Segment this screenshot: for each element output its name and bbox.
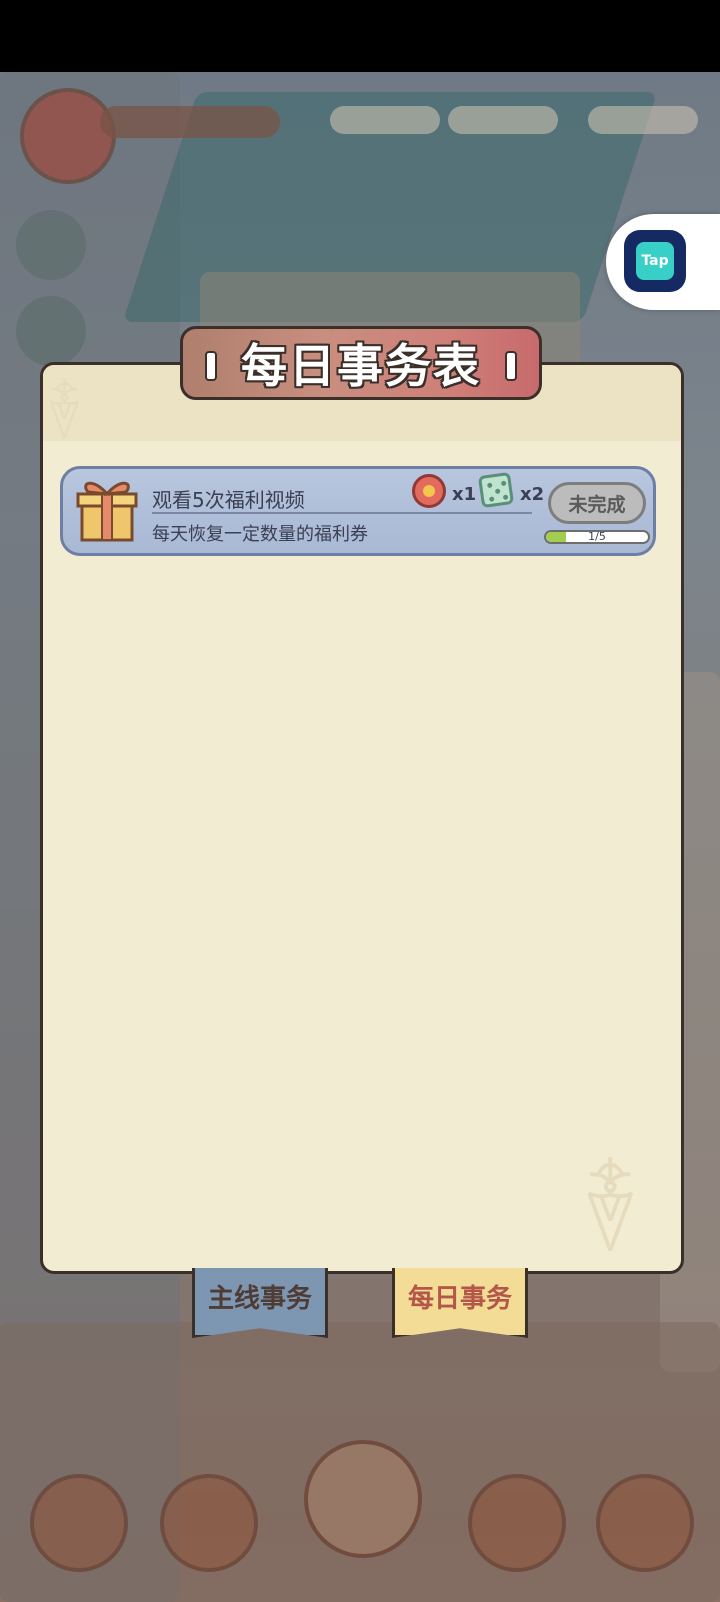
- flower-coin-icon: [412, 474, 446, 508]
- rivet-icon: [505, 351, 517, 381]
- dice-icon: [477, 471, 515, 509]
- bottom-nav-icon: [596, 1474, 694, 1572]
- taptap-icon: Tap: [624, 230, 686, 292]
- resource-counter: [330, 106, 440, 134]
- cloud-decoration-icon: ࿈: [47, 365, 82, 447]
- taptap-label: Tap: [636, 242, 674, 280]
- status-bar: [0, 0, 720, 72]
- bottom-nav-icon: [304, 1440, 422, 1558]
- task-description: 每天恢复一定数量的福利券: [152, 524, 368, 545]
- side-menu-icon: [16, 296, 86, 366]
- page-title: 每日事务表: [241, 339, 481, 393]
- panel-title-banner: 每日事务表: [180, 326, 542, 400]
- player-name-bar: [100, 106, 280, 138]
- taptap-float-button[interactable]: Tap: [606, 214, 720, 310]
- gift-box-icon: [76, 481, 138, 542]
- rivet-icon: [205, 351, 217, 381]
- reward-count: x2: [520, 484, 545, 505]
- resource-counter: [448, 106, 558, 134]
- resource-counter: [588, 106, 698, 134]
- player-avatar: [20, 88, 116, 184]
- bottom-nav-icon: [30, 1474, 128, 1572]
- side-menu-icon: [16, 210, 86, 280]
- task-title: 观看5次福利视频: [152, 488, 305, 512]
- bottom-nav-icon: [468, 1474, 566, 1572]
- tab-main-tasks[interactable]: 主线事务: [192, 1268, 328, 1338]
- task-status-button[interactable]: 未完成: [548, 482, 646, 524]
- progress-text: 1/5: [588, 530, 606, 543]
- task-divider: [152, 512, 532, 514]
- cloud-decoration-icon: ࿈: [583, 1136, 638, 1264]
- reward-count: x1: [452, 484, 477, 505]
- tab-daily-tasks[interactable]: 每日事务: [392, 1268, 528, 1338]
- bottom-nav-icon: [160, 1474, 258, 1572]
